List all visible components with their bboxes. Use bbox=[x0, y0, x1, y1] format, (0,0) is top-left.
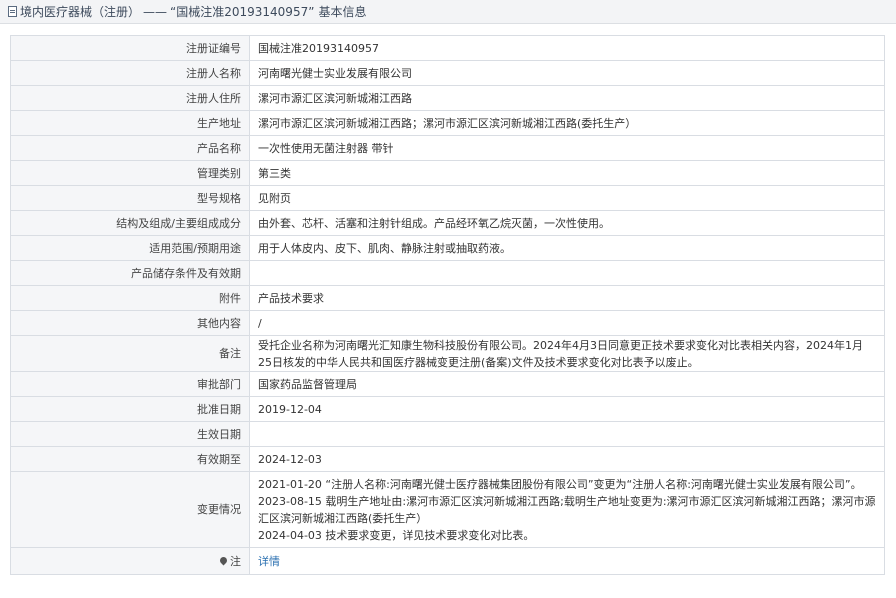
row-label: 型号规格 bbox=[10, 185, 250, 211]
row-value: 见附页 bbox=[249, 185, 885, 211]
note-label: 注 bbox=[230, 554, 241, 568]
row-label: 批准日期 bbox=[10, 396, 250, 422]
row-value: 受托企业名称为河南曙光汇知康生物科技股份有限公司。2024年4月3日同意更正技术… bbox=[249, 335, 885, 372]
header-record-title: “国械注准20193140957” bbox=[170, 5, 315, 19]
row-value bbox=[249, 421, 885, 447]
row-label: 结构及组成/主要组成成分 bbox=[10, 210, 250, 236]
row-value: 河南曙光健士实业发展有限公司 bbox=[249, 60, 885, 86]
table-row: 注册人住所 漯河市源汇区滨河新城湘江西路 bbox=[10, 85, 885, 111]
row-value: 国械注准20193140957 bbox=[249, 35, 885, 61]
table-row: 注册证编号 国械注准20193140957 bbox=[10, 35, 885, 61]
table-row-note: 注 详情 bbox=[10, 547, 885, 575]
row-label: 注册人名称 bbox=[10, 60, 250, 86]
row-label: 备注 bbox=[10, 335, 250, 372]
header-category: 境内医疗器械（注册） bbox=[20, 5, 141, 19]
table-row: 适用范围/预期用途 用于人体皮内、皮下、肌肉、静脉注射或抽取药液。 bbox=[10, 235, 885, 261]
table-row: 注册人名称 河南曙光健士实业发展有限公司 bbox=[10, 60, 885, 86]
table-row: 生效日期 bbox=[10, 421, 885, 447]
details-link[interactable]: 详情 bbox=[258, 555, 280, 568]
row-label: 生效日期 bbox=[10, 421, 250, 447]
header-suffix: 基本信息 bbox=[318, 5, 367, 19]
table-row: 生产地址 漯河市源汇区滨河新城湘江西路；漯河市源汇区滨河新城湘江西路(委托生产） bbox=[10, 110, 885, 136]
row-label: 附件 bbox=[10, 285, 250, 311]
table-row: 其他内容 / bbox=[10, 310, 885, 336]
row-label: 注册证编号 bbox=[10, 35, 250, 61]
table-row: 结构及组成/主要组成成分 由外套、芯杆、活塞和注射针组成。产品经环氧乙烷灭菌，一… bbox=[10, 210, 885, 236]
row-value: 由外套、芯杆、活塞和注射针组成。产品经环氧乙烷灭菌，一次性使用。 bbox=[249, 210, 885, 236]
header-separator: —— bbox=[143, 4, 168, 19]
row-label: 变更情况 bbox=[10, 471, 250, 548]
changes-value: 2021-01-20 “注册人名称:河南曙光健士医疗器械集团股份有限公司”变更为… bbox=[249, 471, 885, 548]
row-value: / bbox=[249, 310, 885, 336]
row-label: 注册人住所 bbox=[10, 85, 250, 111]
row-label: 管理类别 bbox=[10, 160, 250, 186]
table-row: 型号规格 见附页 bbox=[10, 185, 885, 211]
row-value: 2019-12-04 bbox=[249, 396, 885, 422]
table-row: 批准日期 2019-12-04 bbox=[10, 396, 885, 422]
note-label-cell: 注 bbox=[10, 547, 250, 575]
row-label: 有效期至 bbox=[10, 446, 250, 472]
row-value: 一次性使用无菌注射器 带针 bbox=[249, 135, 885, 161]
row-value: 国家药品监督管理局 bbox=[249, 371, 885, 397]
row-label: 产品储存条件及有效期 bbox=[10, 260, 250, 286]
table-row: 产品储存条件及有效期 bbox=[10, 260, 885, 286]
row-label: 适用范围/预期用途 bbox=[10, 235, 250, 261]
change-entry: 2021-01-20 “注册人名称:河南曙光健士医疗器械集团股份有限公司”变更为… bbox=[258, 477, 862, 491]
table-row: 审批部门 国家药品监督管理局 bbox=[10, 371, 885, 397]
row-value: 漯河市源汇区滨河新城湘江西路 bbox=[249, 85, 885, 111]
row-value: 第三类 bbox=[249, 160, 885, 186]
row-label: 产品名称 bbox=[10, 135, 250, 161]
row-value: 产品技术要求 bbox=[249, 285, 885, 311]
table-row: 产品名称 一次性使用无菌注射器 带针 bbox=[10, 135, 885, 161]
detail-table: 注册证编号 国械注准20193140957 注册人名称 河南曙光健士实业发展有限… bbox=[10, 35, 885, 575]
row-label: 生产地址 bbox=[10, 110, 250, 136]
pin-icon bbox=[218, 555, 229, 565]
row-value bbox=[249, 260, 885, 286]
row-value: 漯河市源汇区滨河新城湘江西路；漯河市源汇区滨河新城湘江西路(委托生产） bbox=[249, 110, 885, 136]
row-label: 审批部门 bbox=[10, 371, 250, 397]
row-label: 其他内容 bbox=[10, 310, 250, 336]
note-value: 详情 bbox=[249, 547, 885, 575]
row-value: 2024-12-03 bbox=[249, 446, 885, 472]
table-row: 管理类别 第三类 bbox=[10, 160, 885, 186]
table-row: 备注 受托企业名称为河南曙光汇知康生物科技股份有限公司。2024年4月3日同意更… bbox=[10, 335, 885, 372]
table-row: 附件 产品技术要求 bbox=[10, 285, 885, 311]
table-row-changes: 变更情况 2021-01-20 “注册人名称:河南曙光健士医疗器械集团股份有限公… bbox=[10, 471, 885, 548]
change-entry: 2023-08-15 载明生产地址由:漯河市源汇区滨河新城湘江西路;载明生产地址… bbox=[258, 494, 876, 525]
row-value: 用于人体皮内、皮下、肌肉、静脉注射或抽取药液。 bbox=[249, 235, 885, 261]
change-entry: 2024-04-03 技术要求变更，详见技术要求变化对比表。 bbox=[258, 528, 535, 542]
document-icon bbox=[8, 6, 17, 17]
page-header: 境内医疗器械（注册） —— “国械注准20193140957” 基本信息 bbox=[0, 0, 896, 24]
table-row: 有效期至 2024-12-03 bbox=[10, 446, 885, 472]
